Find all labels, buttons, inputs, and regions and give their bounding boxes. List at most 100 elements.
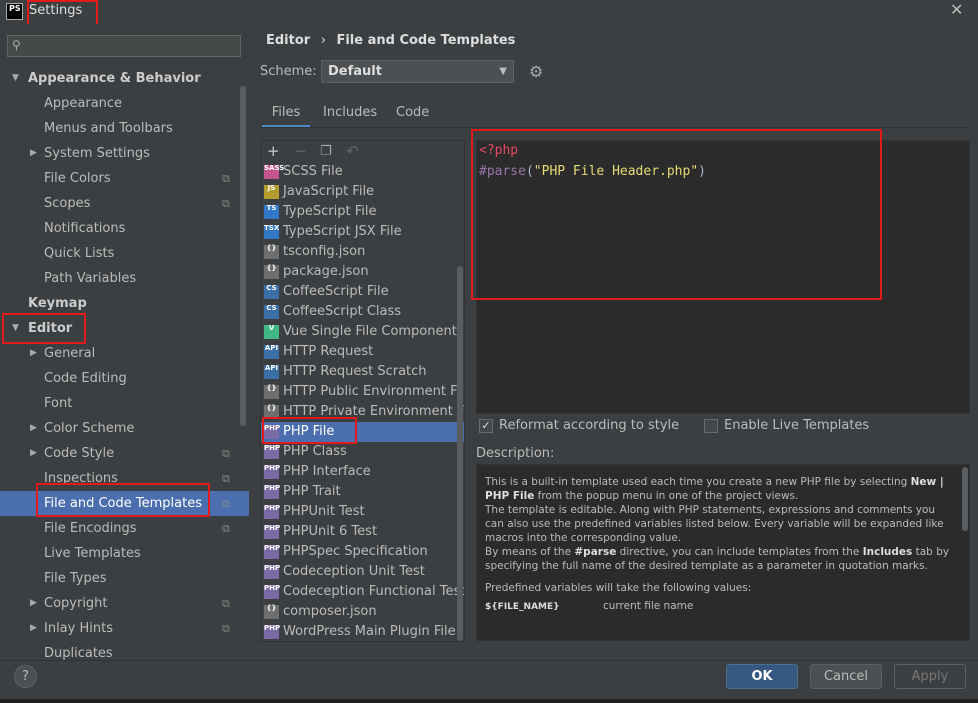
file-type-icon: CS — [264, 305, 279, 319]
template-list-item[interactable]: SASS SCSS File — [261, 162, 464, 182]
ok-button[interactable]: OK — [726, 664, 798, 689]
template-list-item[interactable]: {} package.json — [261, 262, 464, 282]
scheme-label: Scheme: — [260, 64, 317, 79]
sidebar-item[interactable]: File Encodings ⧉ — [0, 516, 240, 541]
template-name: PHP Class — [283, 444, 347, 459]
sidebar-item-label: Live Templates — [44, 546, 141, 561]
apply-button[interactable]: Apply — [894, 664, 966, 689]
sidebar-item[interactable]: Duplicates — [0, 641, 240, 666]
sidebar-item[interactable]: Code Editing — [0, 366, 240, 391]
add-template-icon[interactable]: + — [267, 142, 280, 160]
template-list-item[interactable]: CS CoffeeScript File — [261, 282, 464, 302]
sidebar-item-label: Inspections — [44, 471, 118, 486]
scheme-dropdown[interactable]: Default ▼ — [321, 60, 514, 83]
breadcrumb-editor[interactable]: Editor — [266, 33, 310, 48]
collapsed-arrow-icon[interactable]: ▶ — [30, 416, 37, 441]
sidebar-item-label: Appearance — [44, 96, 123, 111]
collapsed-arrow-icon[interactable]: ▶ — [30, 441, 37, 466]
template-list-item[interactable]: TS TypeScript File — [261, 202, 464, 222]
sidebar-item[interactable]: Keymap — [0, 291, 240, 316]
expanded-arrow-icon[interactable]: ▼ — [12, 316, 19, 341]
sidebar-item[interactable]: File Types — [0, 566, 240, 591]
close-icon[interactable]: ✕ — [950, 0, 963, 19]
sidebar-item[interactable]: Path Variables — [0, 266, 240, 291]
template-list-item[interactable]: TSX TypeScript JSX File — [261, 222, 464, 242]
help-button[interactable]: ? — [14, 665, 37, 688]
template-list-item[interactable]: PHP PHP Trait — [261, 482, 464, 502]
template-editor[interactable]: <?php #parse("PHP File Header.php") — [476, 140, 970, 414]
sidebar-item[interactable]: Scopes ⧉ — [0, 191, 240, 216]
template-list-item[interactable]: {} composer.json — [261, 602, 464, 622]
template-list-item[interactable]: PHP PHP File — [261, 422, 464, 442]
sidebar-item-label: File and Code Templates — [44, 496, 202, 511]
template-name: WordPress Main Plugin File — [283, 624, 456, 639]
file-type-icon: SASS — [264, 165, 284, 179]
bottom-edge — [0, 699, 978, 703]
file-type-icon: PHP — [264, 525, 280, 539]
live-templates-checkbox[interactable] — [704, 419, 718, 433]
template-list-item[interactable]: API HTTP Request Scratch — [261, 362, 464, 382]
sidebar-item[interactable]: File and Code Templates ⧉ — [0, 491, 249, 516]
sidebar-item[interactable]: ▶ General — [0, 341, 240, 366]
sidebar-item[interactable]: Inspections ⧉ — [0, 466, 240, 491]
template-list-item[interactable]: API HTTP Request — [261, 342, 464, 362]
gear-icon[interactable]: ⚙ — [529, 62, 543, 81]
template-list-item[interactable]: PHP WordPress Main Plugin File — [261, 622, 464, 641]
collapsed-arrow-icon[interactable]: ▶ — [30, 141, 37, 166]
file-type-icon: {} — [264, 265, 279, 279]
template-list-item[interactable]: {} HTTP Public Environment File — [261, 382, 464, 402]
sidebar-item[interactable]: ▼ Editor — [0, 316, 240, 341]
sidebar-item[interactable]: Notifications — [0, 216, 240, 241]
settings-search-input[interactable]: ⚲ — [7, 35, 241, 57]
template-list-item[interactable]: PHP PHP Class — [261, 442, 464, 462]
sidebar-item[interactable]: ▼ Appearance & Behavior — [0, 66, 240, 91]
sidebar-item[interactable]: ▶ Code Style ⧉ — [0, 441, 240, 466]
sidebar-item[interactable]: ▶ Color Scheme — [0, 416, 240, 441]
file-type-icon: PHP — [264, 465, 280, 479]
template-list-item[interactable]: PHP PHPUnit Test — [261, 502, 464, 522]
sidebar-item[interactable]: Appearance — [0, 91, 240, 116]
template-list-item[interactable]: PHP PHPUnit 6 Test — [261, 522, 464, 542]
sidebar-item[interactable]: Quick Lists — [0, 241, 240, 266]
template-list-scrollbar[interactable] — [457, 266, 463, 641]
collapsed-arrow-icon[interactable]: ▶ — [30, 591, 37, 616]
collapsed-arrow-icon[interactable]: ▶ — [30, 616, 37, 641]
sidebar-item-label: Notifications — [44, 221, 126, 236]
template-list-item[interactable]: V Vue Single File Component — [261, 322, 464, 342]
expanded-arrow-icon[interactable]: ▼ — [12, 66, 19, 91]
sidebar-item[interactable]: ▶ System Settings — [0, 141, 240, 166]
template-list-item[interactable]: PHP PHP Interface — [261, 462, 464, 482]
tab-files[interactable]: Files — [262, 104, 310, 128]
sidebar-item[interactable]: Live Templates — [0, 541, 240, 566]
template-list-item[interactable]: PHP PHPSpec Specification — [261, 542, 464, 562]
cancel-button[interactable]: Cancel — [810, 664, 882, 689]
template-list-item[interactable]: CS CoffeeScript Class — [261, 302, 464, 322]
template-list-item[interactable]: {} HTTP Private Environment File — [261, 402, 464, 422]
sidebar-item[interactable]: Font — [0, 391, 240, 416]
sidebar-item[interactable]: File Colors ⧉ — [0, 166, 240, 191]
project-scope-icon: ⧉ — [222, 447, 230, 460]
remove-template-icon[interactable]: − — [294, 142, 307, 160]
sidebar-item[interactable]: ▶ Inlay Hints ⧉ — [0, 616, 240, 641]
template-list-item[interactable]: PHP Codeception Unit Test — [261, 562, 464, 582]
live-templates-label[interactable]: Enable Live Templates — [724, 418, 869, 433]
tab-includes[interactable]: Includes — [323, 104, 377, 128]
reformat-label[interactable]: Reformat according to style — [499, 418, 679, 433]
template-list-item[interactable]: {} tsconfig.json — [261, 242, 464, 262]
sidebar-item[interactable]: Menus and Toolbars — [0, 116, 240, 141]
template-list-item[interactable]: JS JavaScript File — [261, 182, 464, 202]
reformat-checkbox[interactable]: ✓ — [479, 419, 493, 433]
copy-template-icon[interactable]: ❐ — [320, 144, 332, 159]
template-name: HTTP Private Environment File — [283, 404, 465, 419]
project-scope-icon: ⧉ — [222, 172, 230, 185]
chevron-down-icon: ▼ — [499, 66, 507, 77]
sidebar-item-label: Inlay Hints — [44, 621, 113, 636]
description-scrollbar[interactable] — [962, 467, 968, 531]
reset-template-icon[interactable]: ↶ — [346, 142, 359, 160]
collapsed-arrow-icon[interactable]: ▶ — [30, 341, 37, 366]
tab-code[interactable]: Code — [396, 104, 429, 128]
template-list-item[interactable]: PHP Codeception Functional Test — [261, 582, 464, 602]
sidebar-scrollbar[interactable] — [240, 86, 246, 426]
sidebar-item[interactable]: ▶ Copyright ⧉ — [0, 591, 240, 616]
title-bar: PS Settings ✕ — [0, 0, 978, 24]
